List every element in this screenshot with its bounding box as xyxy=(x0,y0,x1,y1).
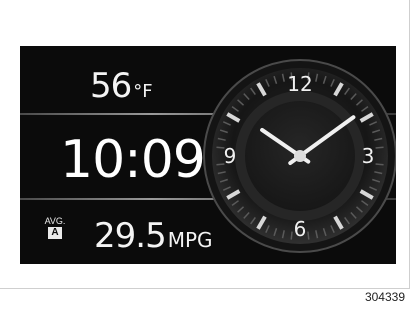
minute-tick xyxy=(375,163,384,166)
minute-tick xyxy=(290,231,293,240)
analog-clock: 12 3 6 9 xyxy=(203,59,396,253)
minute-tick xyxy=(375,146,384,149)
numeral-twelve: 12 xyxy=(287,72,312,96)
numeral-nine: 9 xyxy=(224,144,237,168)
numeral-three: 3 xyxy=(362,144,375,168)
clock-hub xyxy=(294,150,306,162)
info-display: 56 °F 10:09 AVG. A 29.5 MPG 12 3 6 9 xyxy=(20,46,396,264)
figure-caption: 304339 xyxy=(364,290,405,304)
numeral-six: 6 xyxy=(294,217,307,241)
minute-tick xyxy=(307,231,310,240)
